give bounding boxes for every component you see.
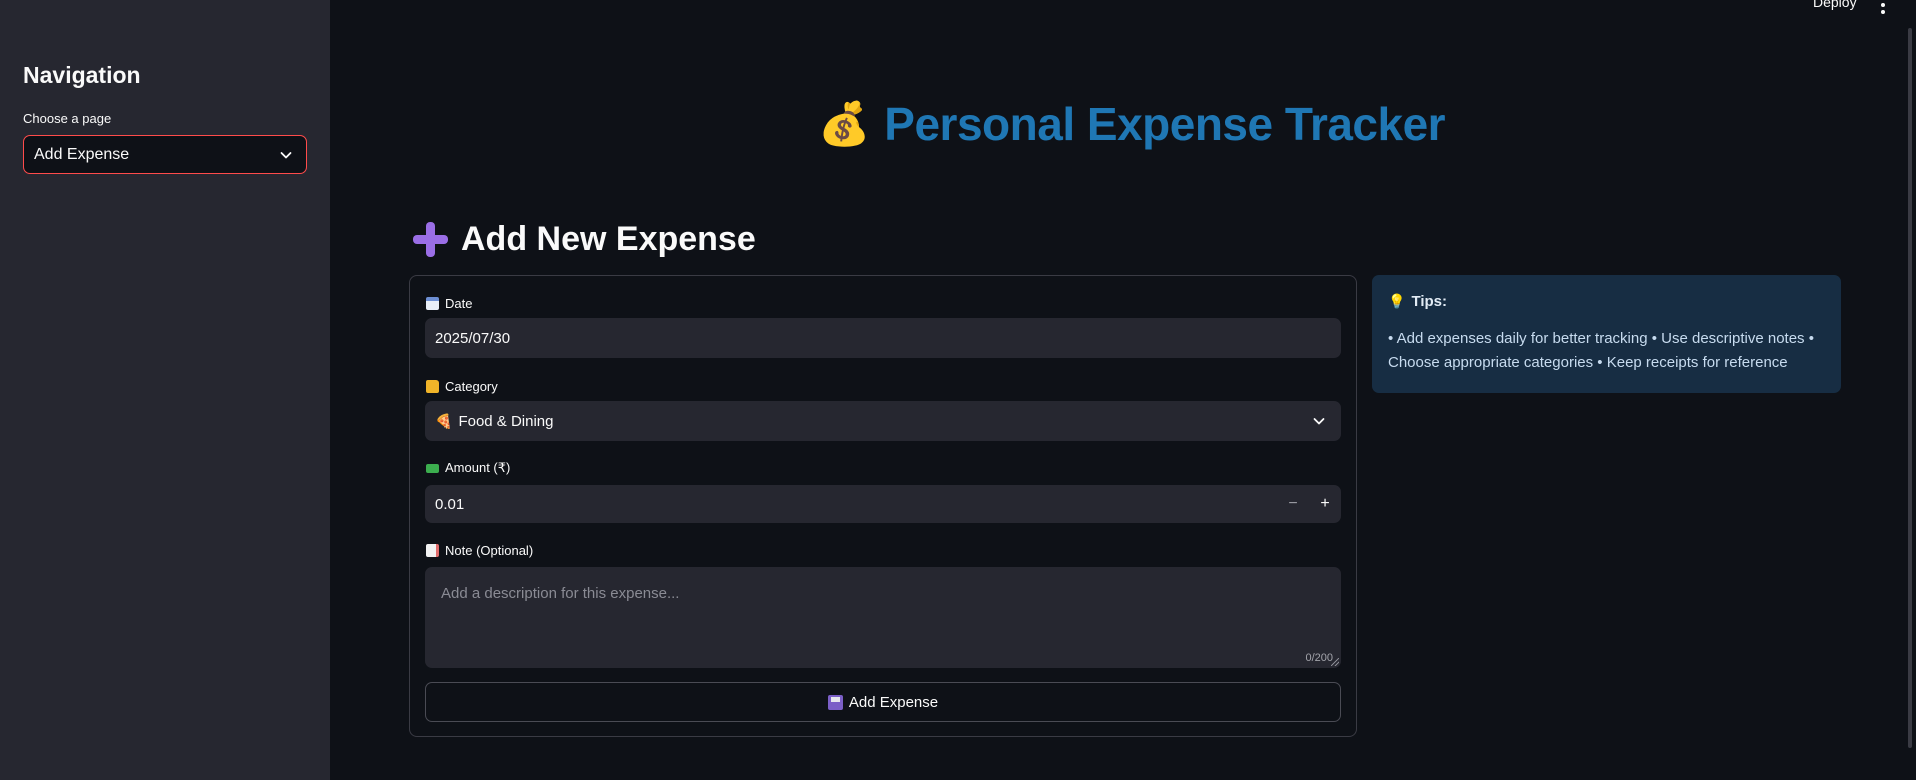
folder-icon xyxy=(426,380,439,393)
date-label: Date xyxy=(426,296,472,311)
sidebar-title: Navigation xyxy=(23,62,141,88)
memo-icon xyxy=(426,544,439,557)
money-bag-icon: 💰 xyxy=(818,100,871,147)
date-input[interactable]: 2025/07/30 xyxy=(425,318,1341,358)
date-value: 2025/07/30 xyxy=(435,329,511,347)
main-menu-icon[interactable] xyxy=(1876,0,1890,14)
scrollbar[interactable] xyxy=(1908,28,1912,748)
calendar-icon xyxy=(426,297,439,310)
page-select-value: Add Expense xyxy=(34,145,130,163)
chevron-down-icon xyxy=(280,151,292,158)
increment-button[interactable]: + xyxy=(1309,485,1341,523)
page-select-label: Choose a page xyxy=(23,111,112,126)
category-label: Category xyxy=(426,379,498,394)
expense-form: Date 2025/07/30 Category 🍕 Food & Dining… xyxy=(409,275,1357,737)
resize-handle-icon[interactable] xyxy=(1331,658,1339,666)
page-title-text: Personal Expense Tracker xyxy=(884,98,1446,150)
tips-panel: 💡 Tips: • Add expenses daily for better … xyxy=(1372,275,1841,393)
note-label: Note (Optional) xyxy=(426,543,533,558)
amount-label: Amount (₹) xyxy=(426,460,510,476)
page-title: 💰 Personal Expense Tracker xyxy=(818,96,1446,152)
plus-icon xyxy=(412,221,449,258)
note-textarea[interactable]: Add a description for this expense... 0/… xyxy=(425,567,1341,668)
pizza-icon: 🍕 xyxy=(435,412,453,429)
tips-heading: 💡 Tips: xyxy=(1388,293,1447,310)
tips-text: • Add expenses daily for better tracking… xyxy=(1388,330,1814,371)
amount-value: 0.01 xyxy=(435,495,465,513)
sidebar: Navigation Choose a page Add Expense xyxy=(0,0,330,780)
deploy-button[interactable]: Deploy xyxy=(1813,0,1857,10)
note-placeholder: Add a description for this expense... xyxy=(441,585,680,602)
lightbulb-icon: 💡 xyxy=(1388,293,1406,309)
chevron-down-icon xyxy=(1313,418,1325,425)
page-select[interactable]: Add Expense xyxy=(23,135,307,174)
section-heading-text: Add New Expense xyxy=(461,219,756,258)
category-value: Food & Dining xyxy=(458,412,554,430)
add-expense-label: Add Expense xyxy=(848,693,939,711)
add-expense-button[interactable]: Add Expense xyxy=(425,682,1341,722)
amount-input[interactable]: 0.01 − + xyxy=(425,485,1341,523)
section-heading: Add New Expense xyxy=(412,216,756,262)
category-select[interactable]: 🍕 Food & Dining xyxy=(425,401,1341,441)
char-counter: 0/200 xyxy=(1305,652,1333,664)
floppy-disk-icon xyxy=(827,694,843,710)
decrement-button[interactable]: − xyxy=(1277,485,1309,523)
cash-icon xyxy=(426,463,439,473)
